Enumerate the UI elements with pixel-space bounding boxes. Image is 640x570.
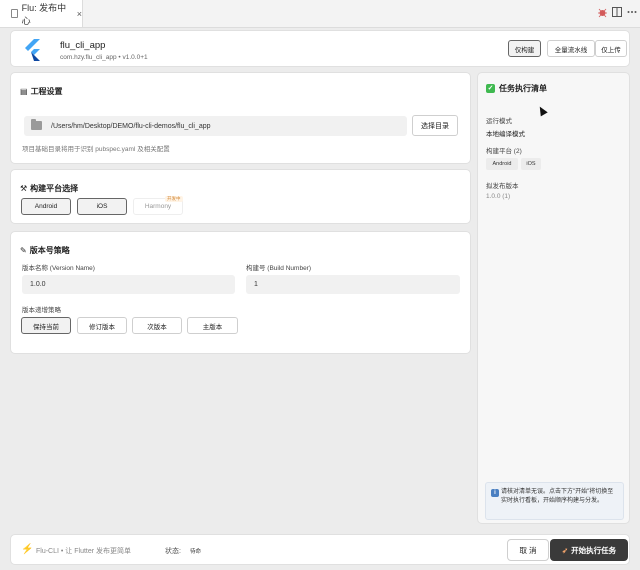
project-settings-title: ▤ 工程设置: [20, 87, 63, 96]
cabinet-icon: ▤: [20, 87, 28, 96]
checklist-title: ✓ 任务执行清单: [486, 84, 547, 93]
tab-label: Flu: 发布中心: [21, 2, 67, 26]
status-label: 状态:: [165, 548, 181, 555]
bug-icon[interactable]: [597, 7, 608, 18]
info-icon: i: [491, 489, 499, 497]
select-directory-button[interactable]: 选择目录: [412, 115, 458, 136]
platform-ios-button[interactable]: iOS: [77, 198, 127, 215]
tools-icon: ⚒: [20, 184, 28, 193]
strategy-minor-button[interactable]: 次版本: [132, 317, 182, 334]
split-editor-icon[interactable]: [612, 7, 622, 17]
release-version-value: 1.0.0 (1): [486, 193, 511, 200]
editor-tab-bar: Flu: 发布中心 ×: [0, 0, 640, 28]
tab-close-icon[interactable]: ×: [77, 9, 82, 19]
app-header: flu_cli_app com.hzy.flu_cli_app • v1.0.0…: [10, 30, 630, 67]
start-task-label: 开始执行任务: [571, 545, 617, 555]
footer-tagline: Flu-CLI • 让 Flutter 发布更简单: [36, 548, 132, 555]
folder-icon: [31, 119, 42, 130]
footer-bar: ⚡ Flu-CLI • 让 Flutter 发布更简单 状态: 待命 取 消 ➶…: [10, 534, 630, 565]
version-strategy-label: 版本递增策略: [22, 307, 61, 314]
rocket-icon: ➶: [561, 545, 569, 555]
harmony-dev-badge: 开发中: [165, 196, 183, 202]
tab-publish-center[interactable]: Flu: 发布中心 ×: [0, 0, 83, 27]
version-title: ✎ 版本号策略: [20, 246, 70, 255]
status-value: 待命: [190, 549, 202, 555]
build-number-input[interactable]: 1: [246, 275, 460, 294]
strategy-major-button[interactable]: 主版本: [187, 317, 238, 334]
file-icon: [11, 9, 18, 18]
flutter-logo-icon: [25, 39, 40, 61]
run-mode-value: 本地编译模式: [486, 131, 525, 138]
cancel-button[interactable]: 取 消: [507, 539, 549, 561]
app-bundle-version: com.hzy.flu_cli_app • v1.0.0+1: [60, 54, 148, 61]
app-name: flu_cli_app: [60, 40, 106, 51]
version-name-label: 版本名称 (Version Name): [22, 265, 95, 272]
project-path-field[interactable]: /Users/hm/Desktop/DEMO/flu-cli-demos/flu…: [24, 116, 407, 136]
project-path-hint: 项目基础目录将用于识别 pubspec.yaml 及相关配置: [22, 146, 170, 153]
mode-build-only-button[interactable]: 仅构建: [508, 40, 541, 57]
platform-card: [10, 169, 471, 224]
strategy-keep-button[interactable]: 保持当前: [21, 317, 71, 334]
mode-upload-only-button[interactable]: 仅上传: [595, 40, 627, 57]
lightning-icon: ⚡: [21, 544, 34, 555]
release-version-label: 拟发布版本: [486, 183, 519, 190]
check-icon: ✓: [486, 84, 495, 93]
platform-title: ⚒ 构建平台选择: [20, 184, 79, 193]
platform-android-button[interactable]: Android: [21, 198, 71, 215]
start-task-button[interactable]: ➶ 开始执行任务: [550, 539, 628, 561]
more-icon[interactable]: [627, 7, 637, 17]
mode-full-pipeline-button[interactable]: 全量流水线: [547, 40, 595, 57]
checklist-info-box: i 请核对清单无误。点击下方"开始"将切换至实时执行看板，开始顺序构建与分发。: [485, 482, 624, 520]
version-name-input[interactable]: 1.0.0: [22, 275, 235, 294]
strategy-patch-button[interactable]: 修订版本: [77, 317, 127, 334]
build-number-label: 构建号 (Build Number): [246, 265, 312, 272]
checklist-info-text: 请核对清单无误。点击下方"开始"将切换至实时执行看板，开始顺序构建与分发。: [501, 489, 614, 504]
run-mode-label: 运行模式: [486, 118, 512, 125]
build-platform-label: 构建平台 (2): [486, 148, 522, 155]
memo-icon: ✎: [20, 246, 27, 255]
task-checklist-panel: ✓ 任务执行清单 运行模式 本地编译模式 构建平台 (2) Android iOS…: [477, 72, 630, 524]
platform-chip-android: Android: [486, 158, 518, 170]
platform-chip-ios: iOS: [521, 158, 541, 170]
